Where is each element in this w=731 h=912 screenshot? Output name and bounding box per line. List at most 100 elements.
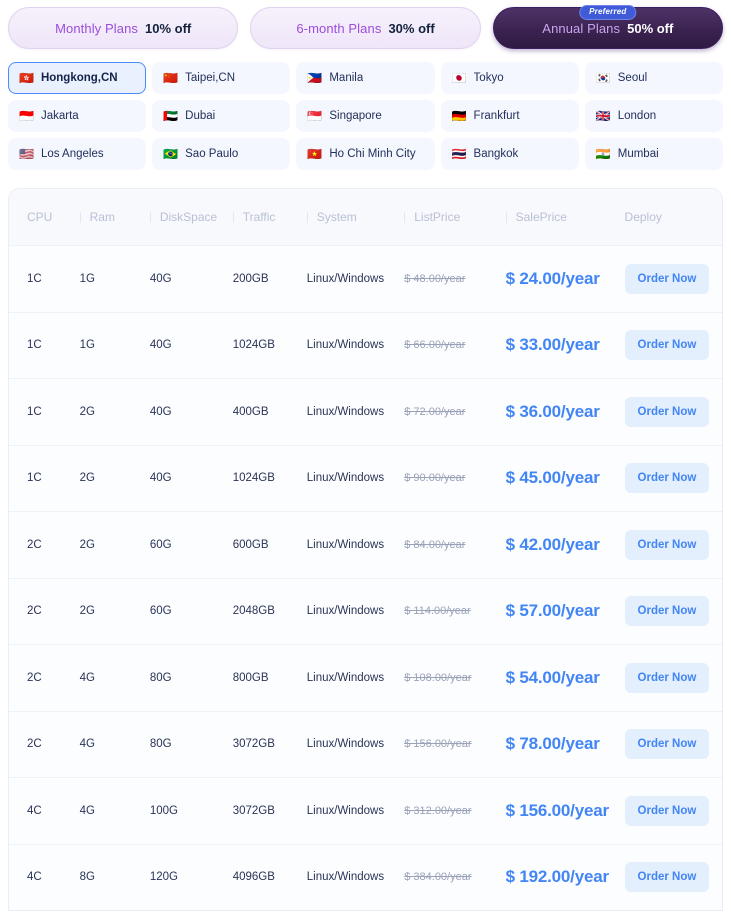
location-chip-mumbai[interactable]: 🇮🇳 Mumbai (584, 138, 723, 170)
location-chip-sao-paulo[interactable]: 🇧🇷 Sao Paulo (152, 138, 291, 170)
order-now-button[interactable]: Order Now (624, 862, 710, 893)
cell-traffic: 600GB (232, 538, 269, 551)
plan-tab-annual-plans[interactable]: Preferred Annual Plans 50% off (492, 5, 723, 49)
cell-saleprice: $ 24.00/year (506, 269, 625, 289)
cell-system: Linux/Windows (306, 671, 385, 684)
flag-icon: 🇮🇳 (595, 147, 611, 161)
location-name: Ho Chi Minh City (329, 148, 416, 160)
location-chip-dubai[interactable]: 🇦🇪 Dubai (152, 100, 291, 132)
header-ram-label: Ram (89, 210, 115, 224)
cell-cpu: 1C (27, 405, 42, 418)
sale-price-value: $ 42.00/year (505, 534, 600, 554)
cell-traffic: 1024GB (232, 339, 275, 352)
header-system-label: System (316, 210, 357, 224)
flag-icon: 🇮🇩 (19, 109, 34, 123)
header-deploy: Deploy (624, 210, 662, 224)
order-now-button[interactable]: Order Now (624, 729, 710, 760)
plan-tabs: Monthly Plans 10% off 6-month Plans 30% off… (0, 0, 731, 56)
cell-deploy: Order Now (624, 396, 722, 427)
location-name: Frankfurt (473, 110, 520, 122)
table-row: 1C 2G 40G 400GB Linux/Windows $ 72.00/year $ 3… (9, 378, 722, 445)
cell-listprice: $ 108.00/year (404, 672, 505, 684)
location-chip-jakarta[interactable]: 🇮🇩 Jakarta (8, 100, 147, 132)
plan-tab-discount: 50% off (627, 20, 674, 36)
order-now-button[interactable]: Order Now (624, 596, 710, 627)
sale-price-value: $ 192.00/year (505, 867, 609, 887)
order-now-button[interactable]: Order Now (624, 529, 710, 560)
cell-deploy: Order Now (624, 795, 722, 826)
location-chip-ho-chi-minh-city[interactable]: 🇻🇳 Ho Chi Minh City (296, 138, 435, 170)
header-system: System (306, 210, 404, 224)
cell-cpu: 2C (27, 738, 42, 751)
location-chip-singapore[interactable]: 🇸🇬 Singapore (296, 100, 435, 132)
table-row: 1C 2G 40G 1024GB Linux/Windows $ 90.00/year $ … (9, 444, 722, 511)
sale-price-value: $ 54.00/year (505, 667, 600, 687)
cell-saleprice: $ 45.00/year (506, 468, 625, 488)
cell-diskspace: 40G (149, 472, 172, 485)
order-now-button[interactable]: Order Now (624, 330, 710, 361)
list-price-value: $ 84.00/year (404, 538, 466, 551)
location-name: Jakarta (40, 110, 79, 122)
header-saleprice-label: SalePrice (515, 210, 567, 224)
location-name: Hongkong,CN (40, 72, 118, 84)
location-name: Mumbai (617, 148, 659, 160)
cell-ram: 2G (79, 538, 95, 551)
location-name: Taipei,CN (185, 72, 235, 84)
cell-saleprice: $ 54.00/year (506, 668, 625, 688)
cell-listprice: $ 84.00/year (404, 539, 505, 551)
cell-ram: 8G (79, 871, 95, 884)
location-chip-bangkok[interactable]: 🇹🇭 Bangkok (440, 138, 579, 170)
cell-deploy: Order Now (624, 529, 722, 560)
sale-price-value: $ 33.00/year (505, 335, 600, 355)
cell-listprice: $ 90.00/year (404, 472, 505, 484)
list-price-value: $ 108.00/year (404, 671, 472, 684)
cell-system: Linux/Windows (306, 272, 385, 285)
cell-traffic: 1024GB (232, 472, 275, 485)
location-chip-london[interactable]: 🇬🇧 London (584, 100, 723, 132)
cell-ram: 1G (79, 339, 95, 352)
location-name: Seoul (617, 72, 648, 84)
location-chip-seoul[interactable]: 🇰🇷 Seoul (584, 62, 723, 94)
list-price-value: $ 312.00/year (404, 804, 472, 817)
location-chip-los-angeles[interactable]: 🇺🇸 Los Angeles (8, 138, 147, 170)
cell-cpu: 2C (27, 605, 42, 618)
location-name: Tokyo (473, 72, 504, 84)
location-chip-taipei-cn[interactable]: 🇨🇳 Taipei,CN (152, 62, 291, 94)
location-name: London (617, 110, 657, 122)
cell-system: Linux/Windows (306, 871, 385, 884)
table-row: 1C 1G 40G 1024GB Linux/Windows $ 66.00/year $ … (9, 311, 722, 378)
location-name: Bangkok (473, 148, 519, 160)
order-now-button[interactable]: Order Now (624, 662, 710, 693)
cell-traffic: 3072GB (232, 804, 275, 817)
cell-ram: 4G (79, 738, 95, 751)
order-now-button[interactable]: Order Now (624, 263, 710, 294)
plan-tab-6-month-plans[interactable]: 6-month Plans 30% off (250, 7, 481, 49)
cell-ram: 1G (79, 272, 95, 285)
location-name: Singapore (329, 110, 382, 122)
cell-deploy: Order Now (624, 330, 722, 361)
cell-diskspace: 60G (149, 538, 172, 551)
table-header-row: CPU Ram DiskSpace Traffic System ListPri… (9, 189, 722, 245)
order-now-button[interactable]: Order Now (624, 795, 710, 826)
flag-icon: 🇧🇷 (163, 147, 179, 161)
cell-system: Linux/Windows (306, 804, 385, 817)
location-chip-tokyo[interactable]: 🇯🇵 Tokyo (440, 62, 579, 94)
order-now-button[interactable]: Order Now (624, 396, 710, 427)
cell-ram: 2G (79, 605, 95, 618)
location-chip-frankfurt[interactable]: 🇩🇪 Frankfurt (440, 100, 579, 132)
sale-price-value: $ 24.00/year (505, 268, 600, 288)
cell-cpu: 4C (27, 804, 42, 817)
cell-diskspace: 40G (149, 272, 172, 285)
header-listprice-label: ListPrice (414, 210, 461, 224)
location-chip-hongkong-cn[interactable]: 🇭🇰 Hongkong,CN (8, 62, 147, 94)
cell-listprice: $ 384.00/year (404, 871, 505, 883)
header-separator-icon (306, 211, 308, 223)
location-chip-manila[interactable]: 🇵🇭 Manila (296, 62, 435, 94)
list-price-value: $ 114.00/year (404, 605, 471, 618)
order-now-button[interactable]: Order Now (624, 463, 710, 494)
table-row: 2C 4G 80G 800GB Linux/Windows $ 108.00/year $ … (9, 644, 722, 711)
cell-listprice: $ 66.00/year (404, 339, 505, 351)
header-diskspace-label: DiskSpace (159, 210, 218, 224)
plan-tab-monthly-plans[interactable]: Monthly Plans 10% off (8, 7, 239, 49)
header-traffic-label: Traffic (242, 210, 276, 224)
